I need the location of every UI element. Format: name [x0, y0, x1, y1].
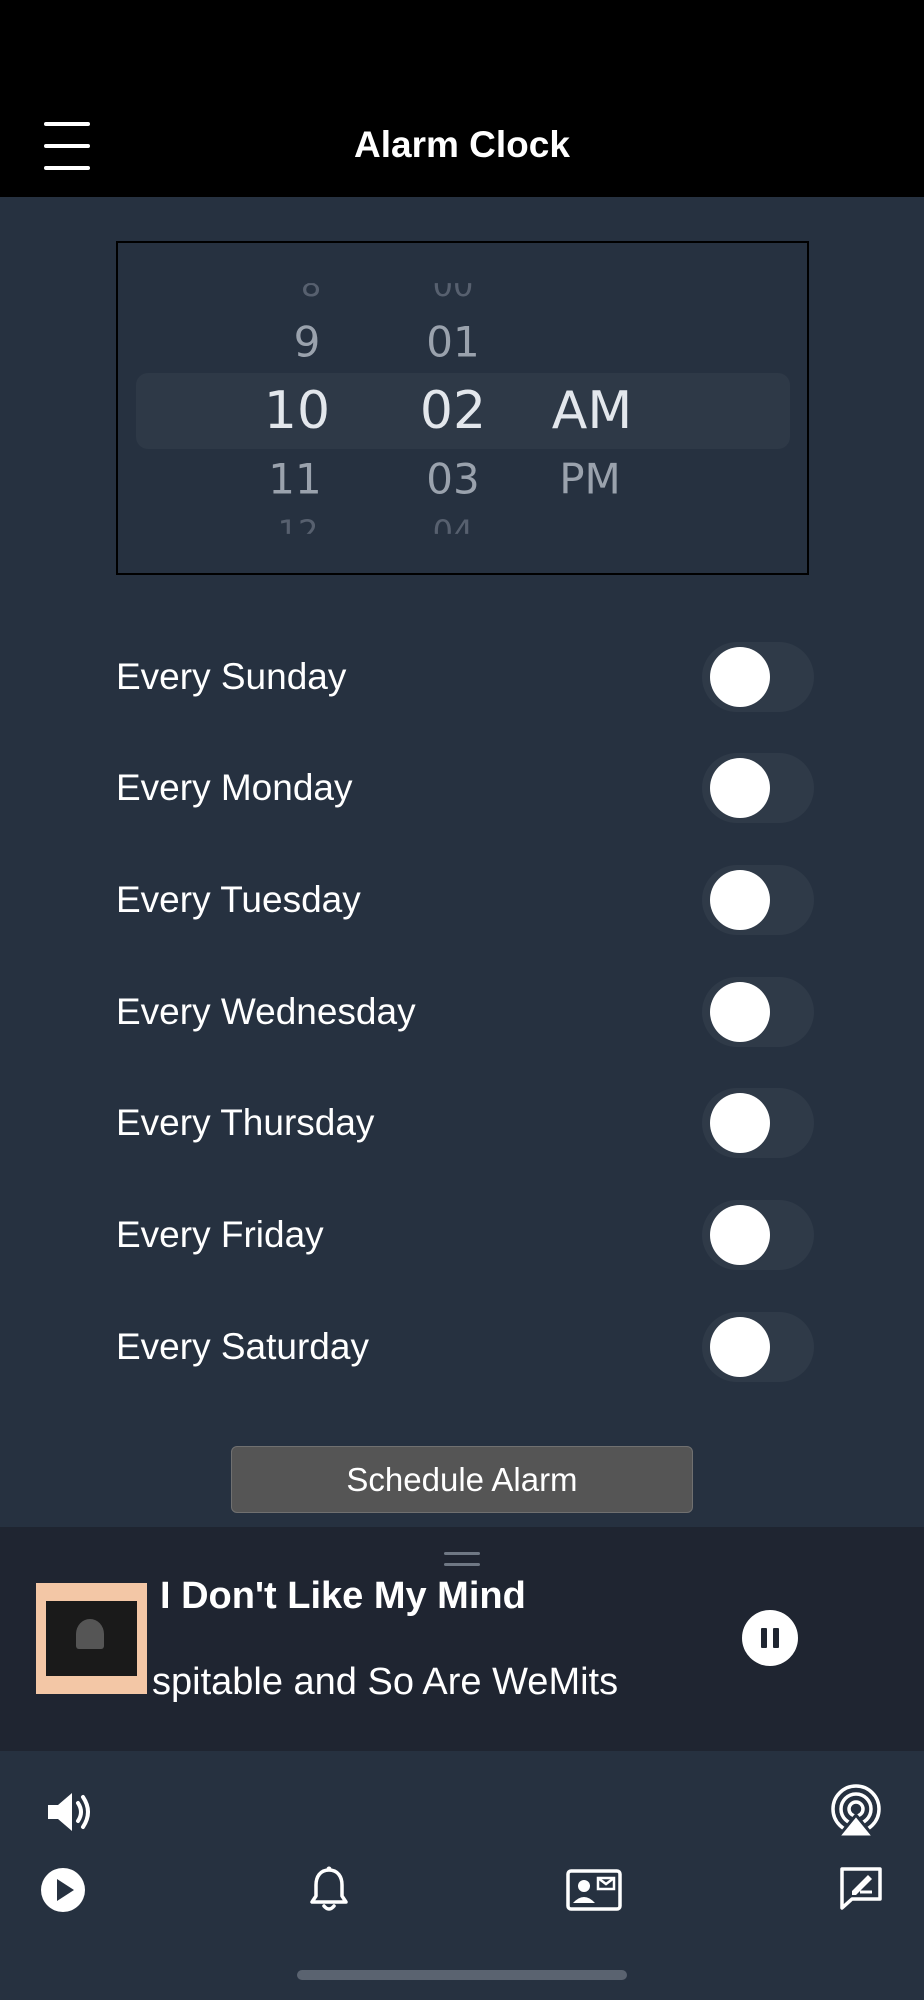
- saturday-toggle[interactable]: [702, 1312, 814, 1382]
- day-row-wednesday: Every Wednesday: [116, 977, 816, 1047]
- now-playing-bar[interactable]: I Don't Like My Mind spitable and So Are…: [0, 1527, 924, 1774]
- wednesday-toggle[interactable]: [702, 977, 814, 1047]
- hour-option-far-above[interactable]: 8: [251, 283, 371, 304]
- hour-option-above[interactable]: 9: [247, 318, 367, 367]
- top-bar: Alarm Clock: [0, 0, 924, 197]
- toggle-knob: [710, 647, 770, 707]
- day-row-friday: Every Friday: [116, 1200, 816, 1270]
- time-picker[interactable]: 8 9 10 11 12 00 01 02 03 04 AM PM: [116, 241, 809, 575]
- volume-icon[interactable]: [42, 1785, 96, 1839]
- monday-toggle[interactable]: [702, 753, 814, 823]
- day-row-sunday: Every Sunday: [116, 642, 816, 712]
- contact-card-icon[interactable]: [566, 1869, 622, 1911]
- day-label: Every Saturday: [116, 1326, 369, 1367]
- hour-option-selected[interactable]: 10: [237, 381, 357, 441]
- thursday-toggle[interactable]: [702, 1088, 814, 1158]
- pause-icon[interactable]: [742, 1610, 798, 1666]
- day-label: Every Monday: [116, 767, 353, 808]
- day-label: Every Sunday: [116, 656, 347, 697]
- sunday-toggle[interactable]: [702, 642, 814, 712]
- minute-option-above[interactable]: 01: [393, 318, 513, 367]
- toggle-knob: [710, 1317, 770, 1377]
- bottom-toolbar: [0, 1751, 924, 2000]
- track-title: I Don't Like My Mind: [160, 1575, 526, 1617]
- day-label: Every Tuesday: [116, 879, 361, 920]
- home-indicator: [297, 1970, 627, 1980]
- friday-toggle[interactable]: [702, 1200, 814, 1270]
- toggle-knob: [710, 758, 770, 818]
- album-art: [36, 1583, 147, 1694]
- minute-option-far-above[interactable]: 00: [393, 283, 513, 304]
- page-title: Alarm Clock: [354, 124, 570, 165]
- tuesday-toggle[interactable]: [702, 865, 814, 935]
- minute-option-far-below[interactable]: 04: [393, 513, 513, 534]
- day-label: Every Wednesday: [116, 991, 416, 1032]
- toggle-knob: [710, 982, 770, 1042]
- day-row-monday: Every Monday: [116, 753, 816, 823]
- play-icon[interactable]: [40, 1867, 86, 1913]
- minute-option-below[interactable]: 03: [393, 455, 513, 504]
- hour-option-below[interactable]: 11: [235, 455, 355, 504]
- period-option-selected[interactable]: AM: [532, 381, 652, 441]
- drag-handle-icon[interactable]: [444, 1552, 480, 1566]
- toggle-knob: [710, 1205, 770, 1265]
- minute-option-selected[interactable]: 02: [393, 381, 513, 441]
- day-row-tuesday: Every Tuesday: [116, 865, 816, 935]
- day-row-thursday: Every Thursday: [116, 1088, 816, 1158]
- day-label: Every Friday: [116, 1214, 324, 1255]
- day-row-saturday: Every Saturday: [116, 1312, 816, 1382]
- day-label: Every Thursday: [116, 1102, 375, 1143]
- airplay-icon[interactable]: [828, 1783, 884, 1839]
- schedule-alarm-button[interactable]: Schedule Alarm: [231, 1446, 693, 1513]
- track-artist: spitable and So Are WeMits: [152, 1661, 619, 1703]
- period-option-below[interactable]: PM: [530, 455, 650, 504]
- toggle-knob: [710, 1093, 770, 1153]
- toggle-knob: [710, 870, 770, 930]
- hour-option-far-below[interactable]: 12: [238, 513, 358, 534]
- bell-icon[interactable]: [308, 1866, 350, 1914]
- edit-note-icon[interactable]: [838, 1865, 884, 1911]
